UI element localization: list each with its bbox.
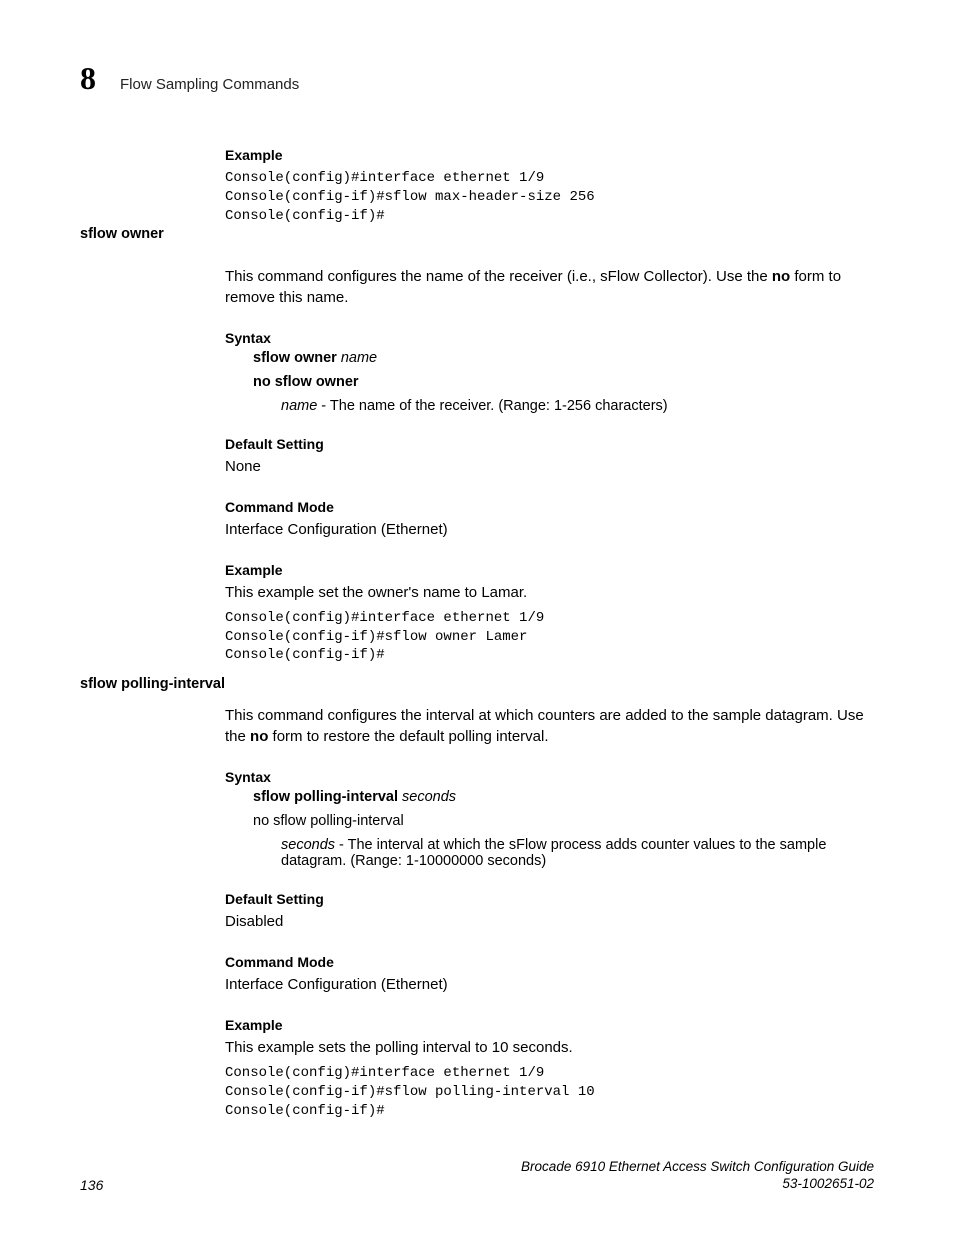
owner-description: This command configures the name of the … — [225, 266, 874, 308]
chapter-number: 8 — [80, 60, 96, 97]
desc-no-keyword: no — [250, 728, 268, 745]
doc-id: 53-1002651-02 — [521, 1175, 874, 1193]
mode-label: Command Mode — [225, 954, 874, 970]
syntax-bold: sflow polling-interval — [253, 789, 398, 805]
footer-doc-info: Brocade 6910 Ethernet Access Switch Conf… — [521, 1158, 874, 1193]
mode-value: Interface Configuration (Ethernet) — [225, 519, 874, 540]
param-description: seconds - The interval at which the sFlo… — [281, 837, 874, 869]
syntax-command: sflow polling-interval seconds — [253, 789, 874, 805]
syntax-bold: sflow owner — [253, 350, 337, 366]
param-name: seconds — [281, 837, 335, 853]
command-sidebar-sflow-owner: sflow owner — [80, 226, 164, 242]
param-name: name — [281, 398, 317, 414]
param-description: name - The name of the receiver. (Range:… — [281, 398, 874, 414]
example-description: This example sets the polling interval t… — [225, 1037, 874, 1058]
page-footer: 136 Brocade 6910 Ethernet Access Switch … — [80, 1158, 874, 1193]
default-label: Default Setting — [225, 891, 874, 907]
syntax-label: Syntax — [225, 330, 874, 346]
syntax-no-command: no sflow owner — [253, 374, 874, 390]
example-code: Console(config)#interface ethernet 1/9 C… — [225, 1064, 874, 1121]
mode-label: Command Mode — [225, 499, 874, 515]
syntax-param: seconds — [398, 789, 456, 805]
syntax-param: name — [337, 350, 377, 366]
param-text: - The name of the receiver. (Range: 1-25… — [317, 398, 667, 414]
main-content: Example Console(config)#interface ethern… — [225, 147, 874, 1121]
chapter-title: Flow Sampling Commands — [120, 76, 299, 93]
desc-text: This command configures the name of the … — [225, 268, 772, 285]
syntax-label: Syntax — [225, 769, 874, 785]
example-code: Console(config)#interface ethernet 1/9 C… — [225, 169, 874, 226]
default-value: Disabled — [225, 911, 874, 932]
param-text: - The interval at which the sFlow proces… — [281, 837, 826, 869]
example-label: Example — [225, 1017, 874, 1033]
example-description: This example set the owner's name to Lam… — [225, 582, 874, 603]
example-code: Console(config)#interface ethernet 1/9 C… — [225, 609, 874, 666]
default-label: Default Setting — [225, 436, 874, 452]
example-label: Example — [225, 147, 874, 163]
default-value: None — [225, 456, 874, 477]
syntax-no-command: no sflow polling-interval — [253, 813, 874, 829]
syntax-command: sflow owner name — [253, 350, 874, 366]
mode-value: Interface Configuration (Ethernet) — [225, 974, 874, 995]
desc-text: form to restore the default polling inte… — [268, 728, 548, 745]
doc-title: Brocade 6910 Ethernet Access Switch Conf… — [521, 1158, 874, 1176]
polling-description: This command configures the interval at … — [225, 705, 874, 747]
command-sidebar-sflow-polling: sflow polling-interval — [80, 676, 225, 692]
page-header: 8 Flow Sampling Commands — [80, 60, 874, 97]
example-label: Example — [225, 562, 874, 578]
page-number: 136 — [80, 1177, 103, 1193]
desc-no-keyword: no — [772, 268, 790, 285]
